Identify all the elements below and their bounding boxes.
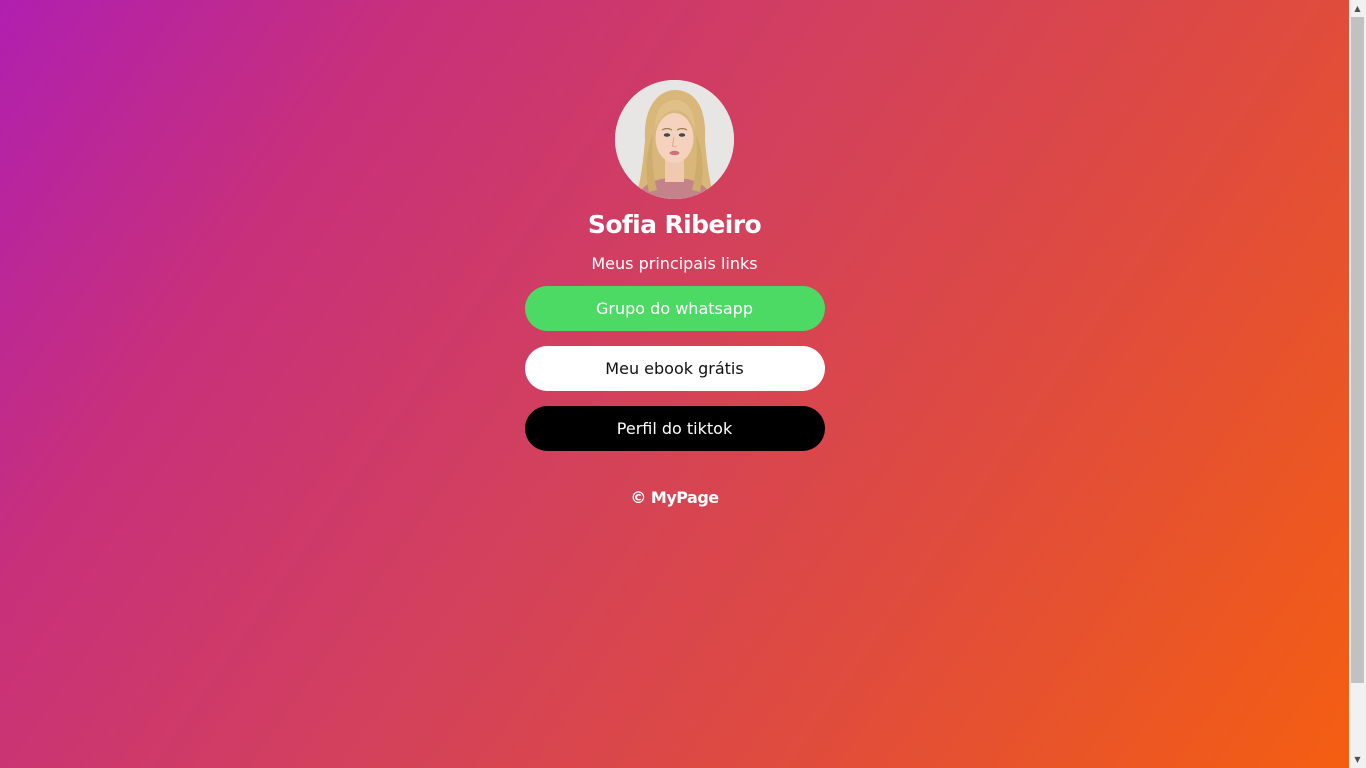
- tiktok-profile-button[interactable]: Perfil do tiktok: [524, 406, 825, 451]
- vertical-scrollbar[interactable]: ▲ ▼: [1349, 0, 1366, 768]
- profile-name: Sofia Ribeiro: [587, 210, 762, 239]
- avatar: [615, 80, 734, 199]
- chevron-down-icon[interactable]: ▼: [1349, 751, 1366, 768]
- page-viewport: Sofia Ribeiro Meus principais links Grup…: [0, 0, 1349, 768]
- free-ebook-button[interactable]: Meu ebook grátis: [524, 346, 825, 391]
- chevron-up-icon[interactable]: ▲: [1349, 0, 1366, 17]
- avatar-portrait-icon: [615, 80, 734, 199]
- links-list: Grupo do whatsapp Meu ebook grátis Perfi…: [524, 286, 825, 451]
- whatsapp-group-button[interactable]: Grupo do whatsapp: [524, 286, 825, 331]
- profile-card: Sofia Ribeiro Meus principais links Grup…: [0, 0, 1349, 509]
- footer-copyright: © MyPage: [630, 488, 719, 507]
- scrollbar-thumb[interactable]: [1351, 17, 1364, 683]
- profile-subtitle: Meus principais links: [591, 254, 758, 273]
